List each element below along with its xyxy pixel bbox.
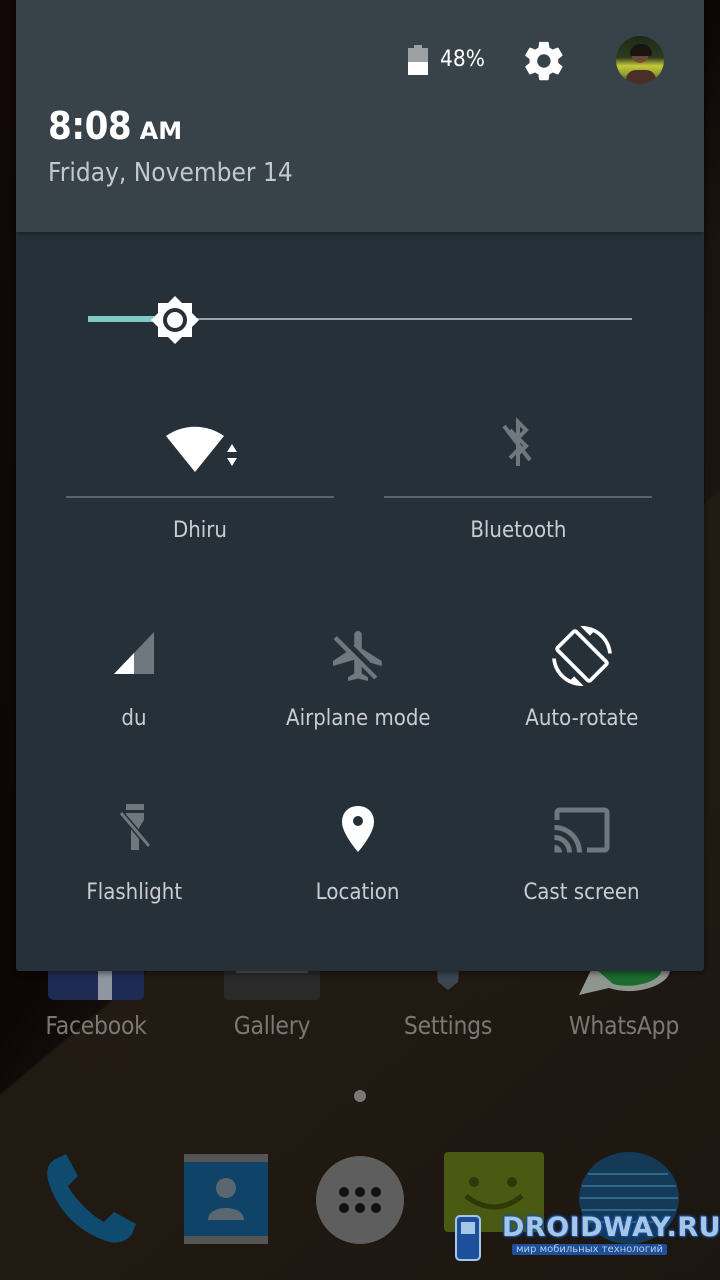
screen-rotation-icon (552, 626, 612, 686)
bluetooth-off-icon (488, 414, 548, 474)
quick-settings-header: 48% 8:08 AM Friday, November 14 (16, 0, 704, 232)
tile-wifi[interactable]: Dhiru (66, 410, 334, 550)
cast-icon (552, 800, 612, 860)
tile-airplane-mode[interactable]: Airplane mode (246, 626, 470, 746)
tile-label: Cast screen (523, 880, 641, 905)
tile-label: Bluetooth (469, 518, 567, 543)
app-label: Settings (403, 1011, 493, 1040)
app-label: Facebook (45, 1011, 147, 1040)
phone-logo-icon (455, 1215, 481, 1261)
gear-icon (525, 41, 563, 81)
settings-button[interactable] (520, 38, 568, 84)
app-label: Gallery (233, 1011, 311, 1040)
watermark: DROIDWAY.RU мир мобильных технологий (452, 1210, 720, 1266)
dock-app-drawer[interactable] (310, 1150, 410, 1250)
tile-flashlight[interactable]: Flashlight (22, 800, 246, 920)
brightness-icon (151, 296, 199, 344)
battery-percentage: 48% (440, 47, 485, 72)
brightness-slider[interactable] (88, 296, 632, 344)
dock-contacts[interactable] (176, 1150, 276, 1250)
airplane-off-icon (328, 626, 388, 686)
watermark-subtitle: мир мобильных технологий (512, 1244, 668, 1255)
page-indicator-dot (354, 1090, 366, 1102)
tile-location[interactable]: Location (246, 800, 470, 920)
app-label: WhatsApp (568, 1011, 680, 1040)
tile-cellular[interactable]: du (22, 626, 246, 746)
wifi-icon (166, 414, 237, 474)
clock-time: 8:08 (48, 104, 132, 148)
date: Friday, November 14 (48, 158, 293, 188)
tile-label: Dhiru (172, 518, 227, 543)
tile-label: Auto-rotate (525, 706, 639, 731)
quick-settings-panel: 48% 8:08 AM Friday, November 14 Dhiru Bl… (16, 0, 704, 971)
clock-ampm: AM (139, 117, 183, 145)
dock-phone[interactable] (40, 1150, 140, 1250)
clock: 8:08 AM (48, 104, 182, 148)
battery-icon (408, 45, 428, 75)
tile-label: Flashlight (86, 880, 182, 905)
tile-auto-rotate[interactable]: Auto-rotate (470, 626, 694, 746)
tile-cast-screen[interactable]: Cast screen (470, 800, 694, 920)
location-pin-icon (328, 800, 388, 860)
tile-label: Airplane mode (285, 706, 431, 731)
tile-label: Location (316, 880, 400, 905)
user-avatar[interactable] (616, 36, 664, 84)
tile-divider (384, 496, 652, 498)
cellular-signal-icon (104, 626, 164, 686)
tile-label: du (121, 706, 147, 731)
phone-icon (47, 1154, 136, 1243)
contacts-icon (184, 1154, 268, 1244)
tile-bluetooth[interactable]: Bluetooth (384, 410, 652, 550)
flashlight-off-icon (104, 800, 164, 860)
tile-divider (66, 496, 334, 498)
app-drawer-icon (316, 1156, 404, 1244)
watermark-title: DROIDWAY.RU (502, 1212, 720, 1243)
slider-thumb[interactable] (149, 294, 201, 346)
